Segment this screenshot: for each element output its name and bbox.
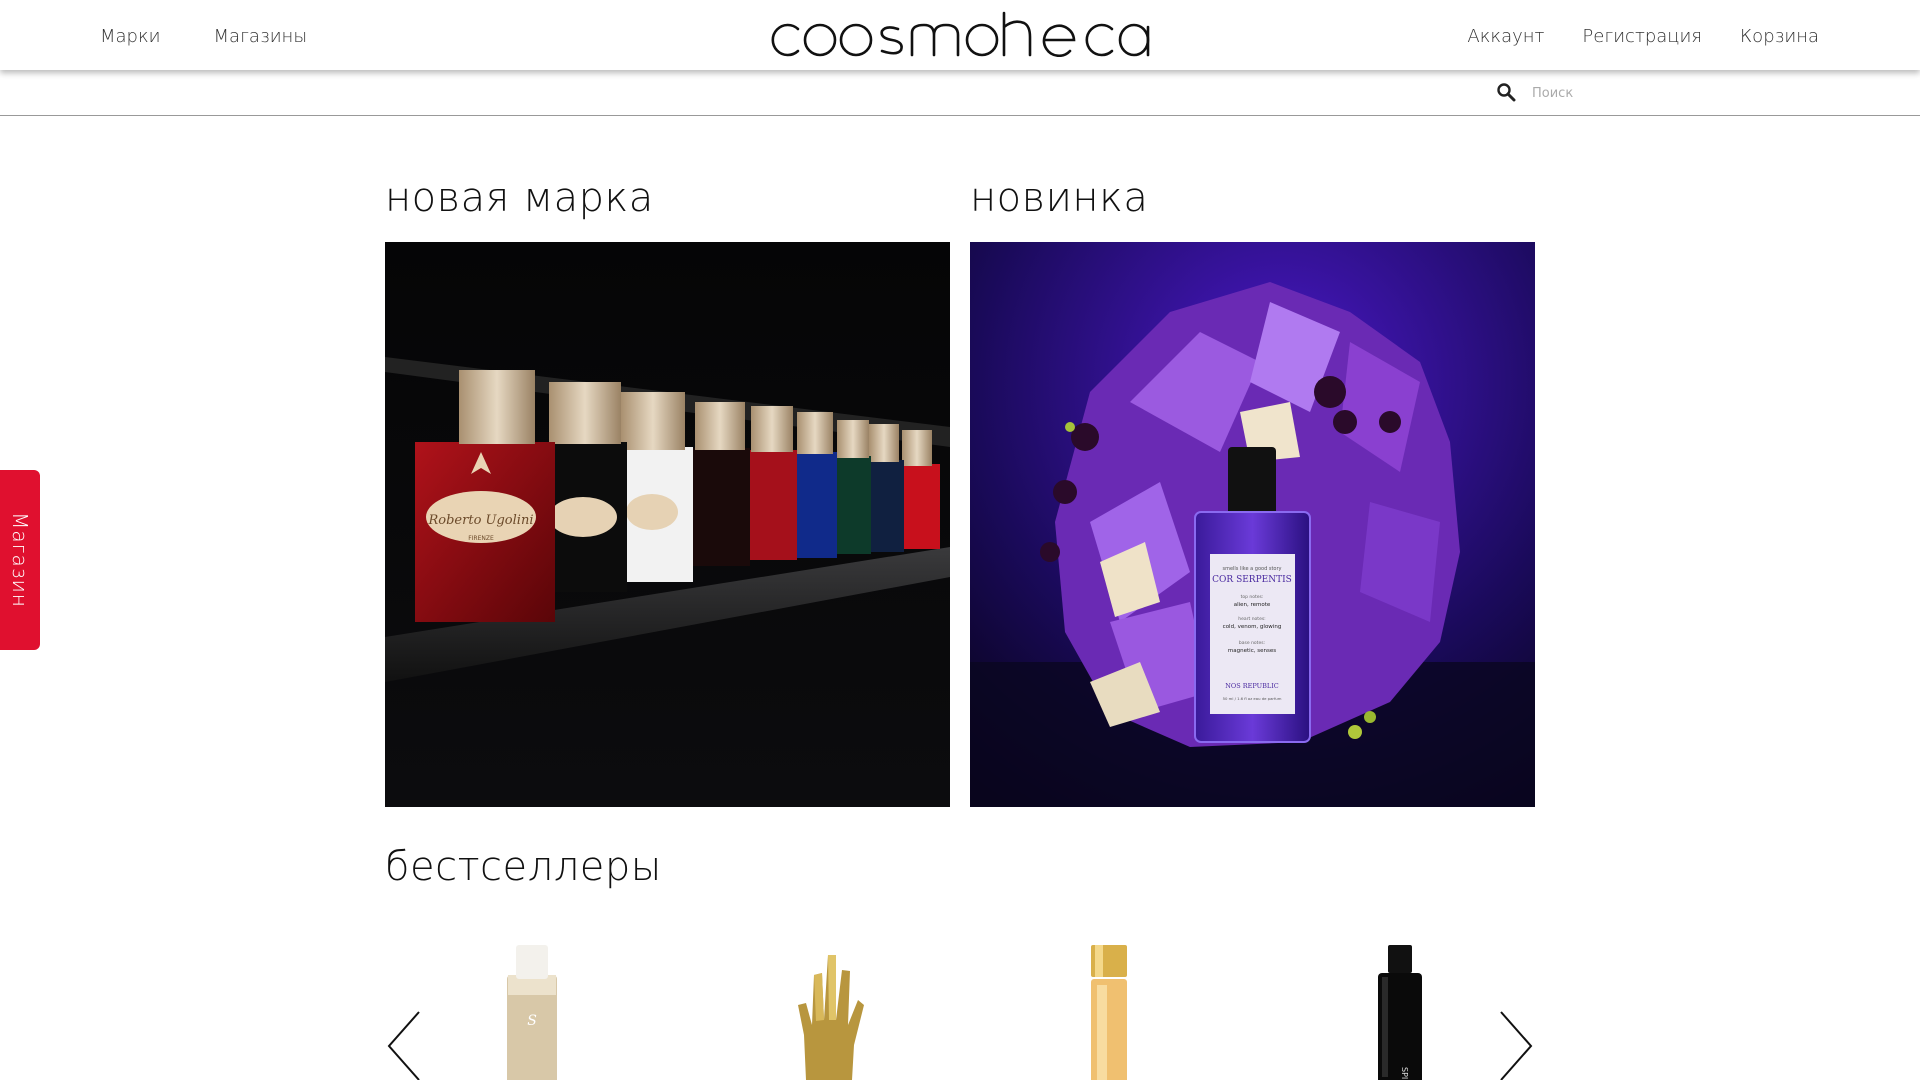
nav-left: Марки Магазины	[100, 26, 307, 47]
cosmotheca-logo[interactable]	[768, 9, 1152, 58]
nav-right: Аккаунт Регистрация Корзина	[1467, 26, 1819, 47]
bottle-brand: NOS REPUBLIC	[1225, 682, 1279, 690]
bottle-base-notes-label: base notes:	[1239, 640, 1265, 646]
bottle-volume: 50 ml / 1.6 fl oz eau de parfum	[1223, 696, 1282, 701]
cart-link[interactable]: Корзина	[1740, 26, 1819, 47]
register-link[interactable]: Регистрация	[1582, 26, 1702, 47]
bottle-top-notes-label: top notes:	[1241, 594, 1264, 600]
nav-brands-link[interactable]: Марки	[100, 26, 161, 47]
bottle-name: COR SERPENTIS	[1212, 575, 1292, 585]
new-item-banner[interactable]: smells like a good story COR SERPENTIS t…	[970, 242, 1535, 807]
nav-stores-link[interactable]: Магазины	[214, 26, 308, 47]
bottle-base-notes: magnetic, senses	[1228, 648, 1276, 654]
search-icon[interactable]	[1496, 82, 1516, 102]
bestseller-product-1[interactable]: S	[472, 945, 592, 1080]
new-item-title: новинка	[970, 175, 1149, 221]
logo-wordmark	[771, 11, 1150, 58]
new-brand-title: новая марка	[385, 175, 654, 221]
bottle-label-city: FIRENZE	[468, 535, 494, 542]
bestseller-product-3[interactable]	[1051, 945, 1171, 1080]
bottle-tagline: smells like a good story	[1222, 566, 1281, 572]
bottle-heart-notes-label: heart notes:	[1238, 616, 1265, 622]
bestsellers-title: бестселлеры	[385, 844, 662, 890]
carousel-next-arrow[interactable]	[1495, 1010, 1535, 1080]
search-input[interactable]	[1530, 80, 1794, 106]
bestseller-product-2[interactable]	[766, 945, 886, 1080]
bottle-label-script: Roberto Ugolini	[428, 513, 534, 528]
svg-text:SPIR: SPIR	[1400, 1067, 1409, 1080]
carousel-prev-arrow[interactable]	[385, 1010, 425, 1080]
cor-serpentis-image: smells like a good story COR SERPENTIS t…	[970, 242, 1535, 807]
store-side-tab-label: Магазин	[8, 512, 32, 608]
bottle-heart-notes: cold, venom, glowing	[1223, 624, 1282, 630]
account-link[interactable]: Аккаунт	[1467, 26, 1544, 47]
bestseller-product-4[interactable]: SPIR	[1340, 945, 1460, 1080]
svg-text:S: S	[527, 1013, 537, 1029]
store-side-tab[interactable]: Магазин	[0, 470, 40, 650]
perfume-bottles-image: Roberto Ugolini FIRENZE	[385, 242, 950, 807]
bottle-top-notes: alien, remote	[1234, 602, 1271, 608]
new-brand-banner[interactable]: Roberto Ugolini FIRENZE	[385, 242, 950, 807]
top-header: Марки Магазины Аккаунт Регистрация Корзи…	[0, 0, 1920, 70]
